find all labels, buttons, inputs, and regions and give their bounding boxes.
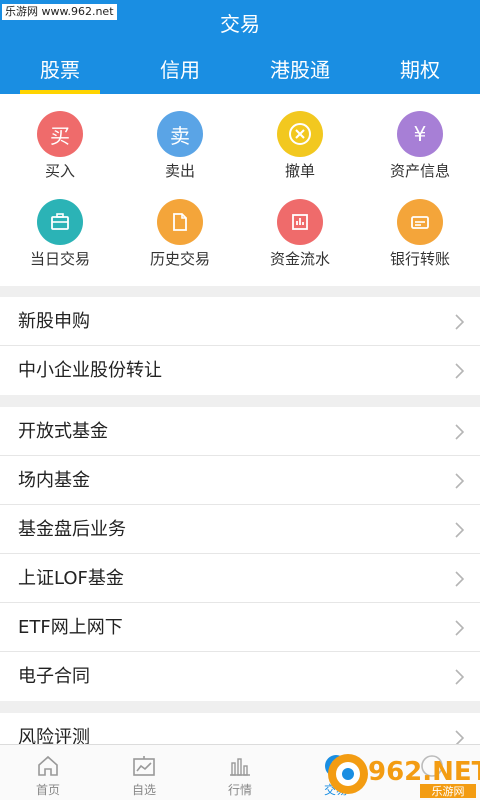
logo-subtitle: 乐游网 [432,785,465,798]
chevron-right-icon [455,620,464,636]
market-icon [230,758,250,776]
action-today-trades[interactable]: 当日交易 [0,182,120,270]
sell-icon: 卖 [157,111,203,157]
action-sell[interactable]: 卖 卖出 [120,94,240,182]
menu-item-sme-share-transfer[interactable]: 中小企业股份转让 [0,346,480,395]
tab-options[interactable]: 期权 [360,50,480,94]
menu-item-sse-lof-fund[interactable]: 上证LOF基金 [0,554,480,603]
home-icon [38,755,58,776]
app: 乐游网 www.962.net 交易 股票 信用 港股通 期权 买 买入 卖 卖… [0,0,480,800]
buy-glyph: 买 [50,123,70,148]
nav-label: 行情 [227,783,252,797]
briefcase-icon [37,199,83,245]
nav-watchlist[interactable]: 自选 [96,745,192,800]
action-label: 资金流水 [269,250,330,268]
menu-item-label: ETF网上网下 [18,617,123,638]
tab-stocks[interactable]: 股票 [0,50,120,94]
menu-item-open-fund[interactable]: 开放式基金 [0,407,480,456]
action-buy[interactable]: 买 买入 [0,94,120,182]
site-logo: 962.NET 乐游网 [328,754,480,798]
action-label: 当日交易 [29,250,90,268]
menu-item-label: 电子合同 [18,666,90,687]
action-cancel-order[interactable]: 撤单 [240,94,360,182]
chevron-right-icon [455,363,464,379]
cancel-order-glyph [289,123,311,145]
menu-item-label: 场内基金 [18,470,90,491]
action-label: 历史交易 [149,250,210,268]
action-label: 银行转账 [389,250,450,268]
logo-text: 962.NET [368,757,480,787]
document-icon [157,199,203,245]
nav-home[interactable]: 首页 [0,745,96,800]
bar-chart-icon [277,199,323,245]
action-fund-flow[interactable]: 资金流水 [240,182,360,270]
chevron-right-icon [455,473,464,489]
sell-glyph: 卖 [170,123,190,148]
chevron-right-icon [455,522,464,538]
card-icon [397,199,443,245]
tab-hk-connect[interactable]: 港股通 [240,50,360,94]
menu-item-label: 开放式基金 [18,421,108,442]
tab-bar: 股票 信用 港股通 期权 [0,50,480,94]
action-assets[interactable]: ¥ 资产信息 [360,94,480,182]
nav-market[interactable]: 行情 [192,745,288,800]
action-bank-transfer[interactable]: 银行转账 [360,182,480,270]
action-label: 资产信息 [389,162,450,180]
menu-item-label: 基金盘后业务 [18,519,126,540]
tab-credit[interactable]: 信用 [120,50,240,94]
chevron-right-icon [455,669,464,685]
cancel-order-icon [277,111,323,157]
action-grid: 买 买入 卖 卖出 撤单 ¥ 资产信息 当日交易 历史交易 资金流水 银行转账 [0,94,480,286]
watchlist-icon [133,756,155,776]
nav-label: 自选 [131,783,156,797]
chevron-right-icon [455,314,464,330]
menu-item-label: 中小企业股份转让 [18,360,162,381]
page-title: 交易 [220,12,260,36]
menu-item-exchange-fund[interactable]: 场内基金 [0,456,480,505]
action-label: 卖出 [164,162,195,180]
assets-glyph: ¥ [413,122,427,146]
buy-icon: 买 [37,111,83,157]
menu-group-2: 开放式基金 场内基金 基金盘后业务 上证LOF基金 ETF网上网下 电子合同 [0,407,480,701]
top-bar: 乐游网 www.962.net 交易 股票 信用 港股通 期权 [0,0,480,94]
menu-item-after-hours-fund[interactable]: 基金盘后业务 [0,505,480,554]
chevron-right-icon [455,424,464,440]
action-history-trades[interactable]: 历史交易 [120,182,240,270]
menu-item-etf[interactable]: ETF网上网下 [0,603,480,652]
menu-item-e-contract[interactable]: 电子合同 [0,652,480,701]
menu-group-1: 新股申购 中小企业股份转让 [0,297,480,395]
menu-item-label: 上证LOF基金 [18,568,124,589]
action-label: 撤单 [284,162,315,180]
action-label: 买入 [44,162,75,180]
assets-icon: ¥ [397,111,443,157]
chevron-right-icon [455,571,464,587]
nav-label: 首页 [35,783,60,797]
menu-item-ipo[interactable]: 新股申购 [0,297,480,346]
menu-item-label: 新股申购 [18,311,90,332]
